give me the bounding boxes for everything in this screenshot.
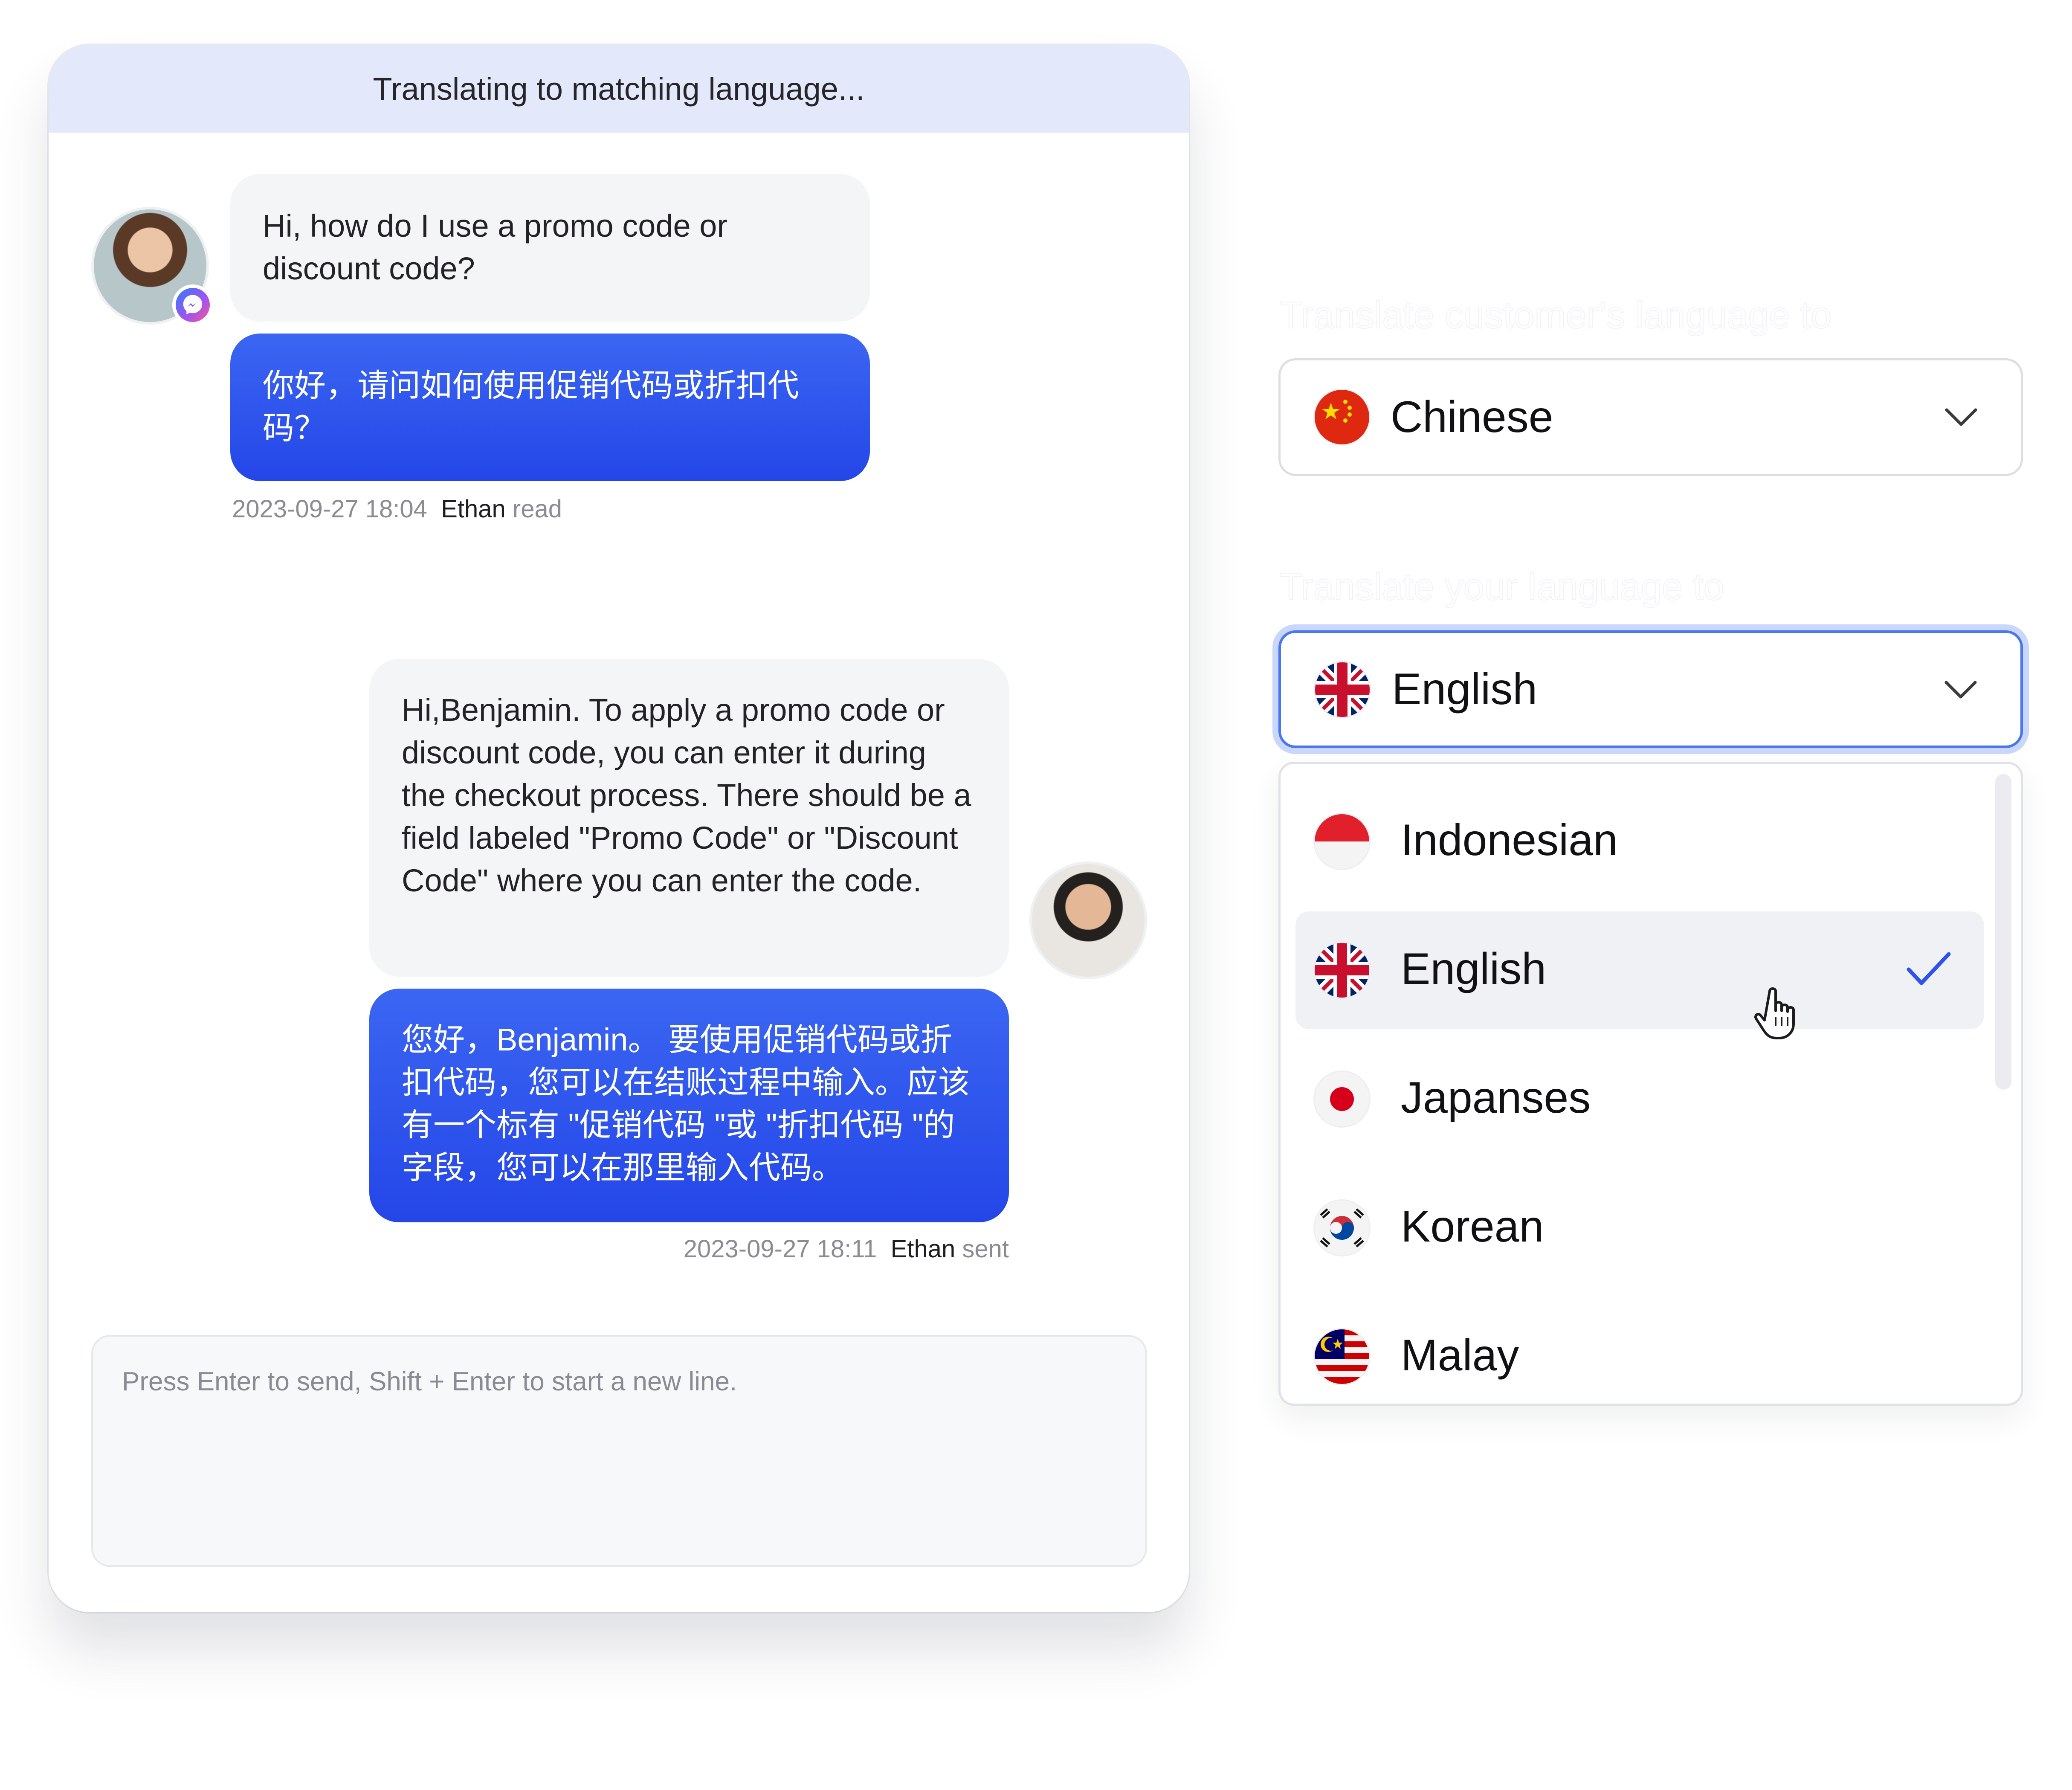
message-meta: 2023-09-27 18:11 Ethan sent: [684, 1235, 1009, 1263]
messenger-icon: [172, 284, 213, 325]
option-label: Indonesian: [1401, 815, 1618, 865]
option-label: Japanses: [1401, 1073, 1591, 1123]
chevron-down-icon: [1945, 408, 1977, 426]
option-label: Korean: [1401, 1202, 1544, 1251]
your-language-label: Translate your language to: [1279, 565, 1725, 608]
option-label: English: [1401, 944, 1547, 994]
checkmark-icon: [1907, 952, 1951, 985]
agent-name: Ethan: [890, 1235, 956, 1263]
message-timestamp: 2023-09-27 18:11: [683, 1235, 877, 1263]
message-status: read: [512, 495, 562, 523]
agent-message-translated: 您好，Benjamin。 要使用促销代码或折扣代码，您可以在结账过程中输入。应该…: [369, 989, 1009, 1222]
agent-name: Ethan: [441, 495, 506, 523]
input-placeholder: Press Enter to send, Shift + Enter to st…: [122, 1367, 737, 1396]
option-label: Malay: [1401, 1331, 1519, 1380]
language-dropdown-menu[interactable]: Indonesian English Japanses Korean Malay: [1278, 762, 2023, 1406]
customer-message-translated: 你好，请问如何使用促销代码或折扣代码？: [230, 334, 870, 481]
message-input[interactable]: Press Enter to send, Shift + Enter to st…: [91, 1335, 1147, 1567]
language-option-malay[interactable]: Malay: [1295, 1298, 1984, 1404]
uk-flag-icon: [1315, 943, 1369, 998]
language-option-japanese[interactable]: Japanses: [1295, 1040, 1984, 1158]
chevron-down-icon: [1944, 681, 1977, 699]
customer-language-select[interactable]: Chinese: [1278, 358, 2023, 476]
korea-flag-icon: [1315, 1201, 1369, 1255]
uk-flag-icon: [1315, 662, 1370, 717]
customer-language-value: Chinese: [1391, 392, 1553, 442]
message-timestamp: 2023-09-27 18:04: [232, 495, 427, 523]
customer-message-original: Hi, how do I use a promo code or discoun…: [230, 174, 870, 322]
your-language-value: English: [1392, 664, 1538, 714]
agent-message-original: Hi,Benjamin. To apply a promo code or di…: [369, 659, 1009, 977]
translation-banner: Translating to matching language...: [49, 45, 1189, 133]
your-language-select[interactable]: English: [1278, 630, 2023, 748]
language-option-english[interactable]: English: [1295, 911, 1984, 1029]
hand-pointer-icon: [1754, 987, 1795, 1039]
malaysia-flag-icon: [1315, 1329, 1369, 1384]
china-flag-icon: [1315, 390, 1369, 444]
customer-language-label: Translate customer's language to: [1279, 293, 1832, 337]
agent-avatar[interactable]: [1029, 862, 1147, 979]
language-option-indonesian[interactable]: Indonesian: [1295, 783, 1984, 900]
chat-panel: Translating to matching language... Hi, …: [49, 45, 1189, 1612]
japan-flag-icon: [1315, 1072, 1369, 1126]
message-meta: 2023-09-27 18:04 Ethan read: [232, 495, 562, 523]
language-option-korean[interactable]: Korean: [1295, 1169, 1984, 1287]
message-status: sent: [962, 1235, 1009, 1263]
indonesia-flag-icon: [1315, 814, 1369, 869]
dropdown-scrollbar[interactable]: [1995, 774, 2011, 1090]
